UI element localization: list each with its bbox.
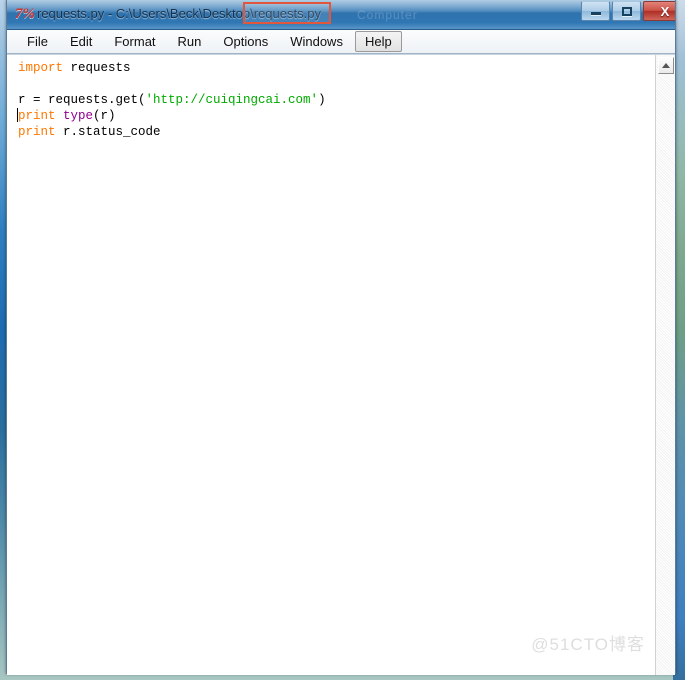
menu-item-options[interactable]: Options (213, 31, 278, 52)
text-caret (17, 108, 18, 122)
menu-item-edit[interactable]: Edit (60, 31, 102, 52)
idle-editor-window: Computer 7% requests.py - C:\Users\Beck\… (6, 0, 676, 675)
minimize-button[interactable] (581, 1, 610, 21)
menu-item-help[interactable]: Help (354, 31, 402, 52)
maximize-button[interactable] (612, 1, 641, 21)
editor-area: import requests r = requests.get('http:/… (7, 54, 675, 675)
close-icon: X (660, 3, 670, 19)
code-token-plain: ) (318, 93, 326, 107)
code-token-builtin: type (63, 109, 94, 123)
menu-item-format[interactable]: Format (104, 31, 165, 52)
code-token-plain: requests (63, 61, 131, 75)
vertical-scrollbar[interactable] (655, 55, 675, 675)
menu-item-run[interactable]: Run (168, 31, 212, 52)
code-token-string: 'http://cuiqingcai.com' (145, 93, 319, 107)
close-button[interactable]: X (643, 1, 675, 21)
code-token-keyword: import (18, 61, 64, 75)
code-token-plain: (r) (93, 109, 116, 123)
code-token-plain: r.status_code (55, 125, 161, 139)
code-token-plain: r = requests.get( (18, 93, 146, 107)
python-idle-icon: 7% (15, 6, 35, 22)
titlebar-ghost-text: Computer (357, 8, 418, 22)
window-titlebar[interactable]: Computer 7% requests.py - C:\Users\Beck\… (7, 0, 675, 30)
menu-bar: File Edit Format Run Options Windows Hel… (7, 30, 675, 54)
maximize-icon (613, 2, 640, 20)
code-text-area[interactable]: import requests r = requests.get('http:/… (7, 55, 655, 675)
scroll-up-arrow-icon[interactable] (658, 57, 674, 74)
minimize-icon (582, 2, 609, 20)
menu-item-file[interactable]: File (17, 31, 58, 52)
code-token-keyword: print (18, 125, 56, 139)
title-annotation-box (243, 2, 331, 24)
site-watermark: @51CTO博客 (531, 635, 645, 654)
source-code: import requests r = requests.get('http:/… (18, 60, 655, 140)
menu-item-windows[interactable]: Windows (280, 31, 353, 52)
code-token-keyword: print (18, 109, 56, 123)
